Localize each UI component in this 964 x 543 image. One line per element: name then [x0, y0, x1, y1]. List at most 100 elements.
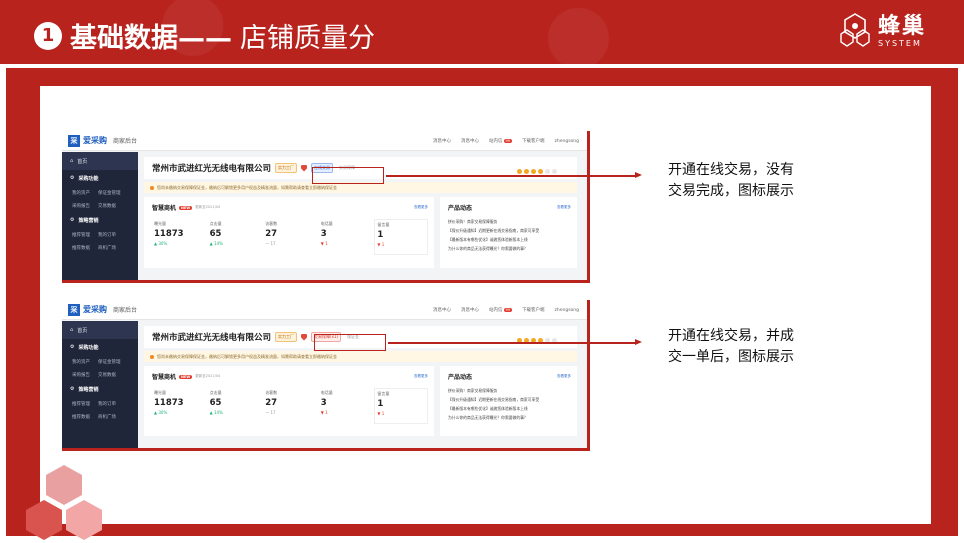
app-logo-icon: 采 [68, 134, 80, 147]
app-logo-text: 爱采购 [83, 305, 107, 314]
brand-logo: 蜂巢 SYSTEM [838, 12, 926, 50]
user-menu[interactable]: zhengsong [555, 308, 580, 313]
sidebar-subitems[interactable]: 我的资产 保证金管理 [62, 355, 138, 368]
view-more-link[interactable]: 查看更多 [557, 374, 571, 379]
news-item[interactable]: 【保价升级通知】近期更新在线交易指南，商家可享受 [448, 226, 573, 235]
shop-name: 常州市武进红光无线电有限公司 [152, 333, 272, 343]
news-item[interactable]: 为什么你的商品无法获得曝光？你需要做的事？ [448, 244, 573, 253]
topnav-download[interactable]: 下载客户端 [522, 138, 545, 144]
highlight-box [314, 334, 386, 351]
news-item[interactable]: 拼价采购！商家交易保障服务 [448, 217, 573, 226]
annotation-note: 开通在线交易，并成 交一单后，图标展示 [668, 328, 794, 365]
slide-title: 1 基础数据—— 店铺质量分 [34, 16, 375, 55]
updated-date: 更新至2021/04 [195, 374, 221, 378]
honeycomb-icon [840, 13, 870, 47]
view-more-link[interactable]: 查看更多 [414, 374, 428, 379]
topnav-item[interactable]: 消息中心 [461, 307, 479, 313]
home-icon: ⌂ [70, 158, 74, 164]
sidebar-item-home[interactable]: ⌂ 首页 [62, 152, 138, 170]
slide-header: 1 基础数据—— 店铺质量分 蜂巢 SYSTEM [0, 0, 964, 64]
panel-title: 产品动态 [448, 374, 473, 381]
gear-icon: ⚙ [70, 175, 75, 181]
news-item[interactable]: 【最新版本有哪些优化】诚邀您体验新版本上线 [448, 235, 573, 244]
user-menu[interactable]: zhengsong [555, 139, 580, 144]
gear-icon: ⚙ [70, 217, 75, 223]
sidebar-item-home[interactable]: ⌂ 首页 [62, 321, 138, 339]
product-news-panel: 产品动态 查看更多 拼价采购！商家交易保障服务 【保价升级通知】近期更新在线交易… [440, 366, 577, 436]
warning-icon [150, 354, 154, 359]
title-bold: 基础数据—— [70, 23, 232, 54]
sidebar-subitems[interactable]: 推荐数据 商机广场 [62, 410, 138, 423]
topnav-inbox[interactable]: 站内信 99 [489, 307, 512, 313]
new-badge: NEW [179, 205, 193, 210]
business-panel: 智慧商机 NEW 更新至2021/04 查看更多 曝光量 11873 ▲ 30% 点击量… [144, 197, 434, 268]
app-topbar: 采 爱采购 商家后台 消息中心 消息中心 站内信 99 下载客户端 zhengso… [62, 300, 587, 320]
sidebar-section-purchase[interactable]: ⚙ 采购功能 [62, 170, 138, 186]
arrow-head-icon [635, 172, 642, 178]
screenshot-online-trade: 采 爱采购 商家后台 消息中心 消息中心 站内信 99 下载客户端 zhengso… [62, 131, 590, 283]
new-badge: NEW [179, 374, 193, 379]
title-light: 店铺质量分 [240, 23, 375, 54]
sidebar-subitems[interactable]: 推荐管理 我的订单 [62, 228, 138, 241]
arrow-head-icon [635, 339, 642, 345]
topnav-inbox[interactable]: 站内信 99 [489, 138, 512, 144]
product-news-panel: 产品动态 查看更多 拼价采购！商家交易保障服务 【保价升级通知】近期更新在线交易… [440, 197, 577, 268]
shield-icon [301, 164, 308, 172]
news-item[interactable]: 为什么你的商品无法获得曝光？你需要做的事？ [448, 413, 573, 422]
sidebar-section-marketing[interactable]: ⚙ 策略营销 [62, 212, 138, 228]
top-nav: 消息中心 消息中心 站内信 99 下载客户端 zhengsong [433, 131, 579, 151]
brand-name: 蜂巢 [877, 13, 926, 39]
stats-row: 曝光量 11873 ▲ 30% 点击量 65 ▲ 14% 访客数 27— 17 电话量 3 ▼… [152, 219, 428, 255]
topnav-item[interactable]: 消息中心 [461, 138, 479, 144]
unread-badge: 99 [503, 139, 512, 143]
app-logo-text: 爱采购 [83, 136, 107, 145]
annotation-arrow [386, 175, 636, 177]
sidebar-subitems[interactable]: 推荐管理 我的订单 [62, 397, 138, 410]
sidebar-subitems[interactable]: 我的资产 保证金管理 [62, 186, 138, 199]
news-list: 拼价采购！商家交易保障服务 【保价升级通知】近期更新在线交易指南，商家可享受 【… [448, 217, 573, 253]
sidebar-subitems[interactable]: 采购报告 交易数据 [62, 368, 138, 381]
news-item[interactable]: 拼价采购！商家交易保障服务 [448, 386, 573, 395]
panel-title: 智慧商机 [152, 374, 177, 381]
view-more-link[interactable]: 查看更多 [414, 205, 428, 210]
news-item[interactable]: 【最新版本有哪些优化】诚邀您体验新版本上线 [448, 404, 573, 413]
app-topbar: 采 爱采购 商家后台 消息中心 消息中心 站内信 99 下载客户端 zhengso… [62, 131, 587, 151]
topnav-item[interactable]: 消息中心 [433, 138, 451, 144]
app-subtitle: 商家后台 [113, 138, 138, 145]
topnav-item[interactable]: 消息中心 [433, 307, 451, 313]
sidebar-section-marketing[interactable]: ⚙ 策略营销 [62, 381, 138, 397]
app-logo-icon: 采 [68, 303, 80, 316]
view-more-link[interactable]: 查看更多 [557, 205, 571, 210]
panel-title: 产品动态 [448, 205, 473, 212]
top-nav: 消息中心 消息中心 站内信 99 下载客户端 zhengsong [433, 300, 579, 320]
sidebar-subitems[interactable]: 推荐数据 商机广场 [62, 241, 138, 254]
shop-rating [517, 169, 557, 174]
news-list: 拼价采购！商家交易保障服务 【保价升级通知】近期更新在线交易指南，商家可享受 【… [448, 386, 573, 422]
news-item[interactable]: 【保价升级通知】近期更新在线交易指南，商家可享受 [448, 395, 573, 404]
annotation-note: 开通在线交易，没有 交易完成，图标展示 [668, 162, 794, 199]
factory-tag: 实力工厂 [275, 163, 298, 173]
brand-subtitle: SYSTEM [877, 38, 922, 48]
business-panel: 智慧商机 NEW 更新至2021/04 查看更多 曝光量 11873 ▲ 30% 点击量… [144, 366, 434, 436]
factory-tag: 实力工厂 [275, 332, 298, 342]
topnav-download[interactable]: 下载客户端 [522, 307, 545, 313]
sidebar-section-purchase[interactable]: ⚙ 采购功能 [62, 339, 138, 355]
panel-title: 智慧商机 [152, 205, 177, 212]
unread-badge: 99 [503, 308, 512, 312]
screenshot-after-first-deal: 采 爱采购 商家后台 消息中心 消息中心 站内信 99 下载客户端 zhengso… [62, 300, 590, 451]
shield-icon [301, 333, 308, 341]
title-number: 1 [34, 21, 62, 50]
sidebar: ⌂ 首页 ⚙ 采购功能 我的资产 保证金管理 采购报告 交易数据 ⚙ 策略营销 推荐管理我… [62, 152, 138, 280]
highlight-box [312, 167, 384, 184]
notice-bar: 您尚未缴纳交易保障保证金，缴纳后可解锁更多用户权益及精准流量，如需帮助请查看立即… [144, 351, 577, 362]
app-subtitle: 商家后台 [113, 307, 138, 314]
sidebar-subitems[interactable]: 采购报告 交易数据 [62, 199, 138, 212]
updated-date: 更新至2021/04 [195, 205, 221, 209]
gear-icon: ⚙ [70, 386, 75, 392]
home-icon: ⌂ [70, 327, 74, 333]
annotation-arrow [388, 342, 636, 344]
warning-icon [150, 185, 154, 190]
shop-name: 常州市武进红光无线电有限公司 [152, 164, 272, 174]
sidebar: ⌂ 首页 ⚙ 采购功能 我的资产 保证金管理 采购报告 交易数据 ⚙ 策略营销 推荐管理我… [62, 321, 138, 448]
stats-row: 曝光量 11873 ▲ 30% 点击量 65 ▲ 14% 访客数 27— 17 电话量 3 ▼… [152, 388, 428, 424]
